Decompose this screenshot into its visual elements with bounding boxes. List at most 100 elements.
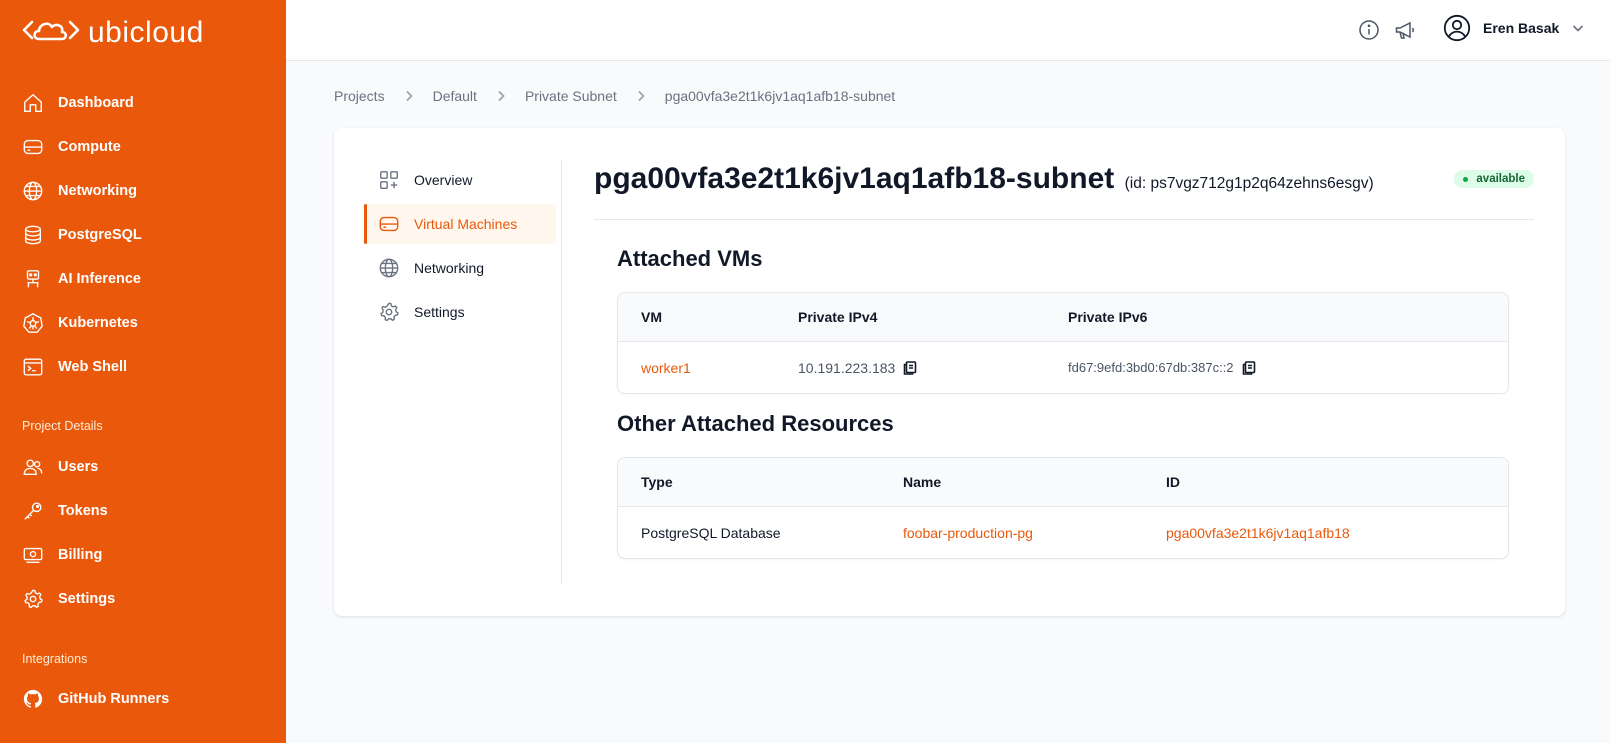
kubernetes-icon <box>22 312 44 334</box>
attached-vms-title: Attached VMs <box>617 246 763 271</box>
ipv6-cell: fd67:9efd:3bd0:67db:387c::2 <box>1068 342 1257 393</box>
resource-type: PostgreSQL Database <box>641 524 781 541</box>
user-menu[interactable]: Eren Basak <box>1443 14 1585 42</box>
table-row: PostgreSQL Database foobar-production-pg… <box>618 507 1508 558</box>
ipv6-value: fd67:9efd:3bd0:67db:387c::2 <box>1068 360 1234 375</box>
tab-networking[interactable]: Networking <box>364 248 556 288</box>
sidebar-item-dashboard[interactable]: Dashboard <box>22 90 134 116</box>
section-project-details: Project Details <box>22 419 103 433</box>
sidebar-item-postgresql[interactable]: PostgreSQL <box>22 222 142 248</box>
server-icon <box>22 136 44 158</box>
robot-icon <box>22 268 44 290</box>
overview-icon <box>378 169 400 191</box>
resource-id-link[interactable]: pga00vfa3e2t1k6jv1aq1afb18 <box>1166 507 1350 558</box>
column-header-id: ID <box>1166 474 1180 490</box>
tab-overview[interactable]: Overview <box>364 160 556 200</box>
tab-label: Settings <box>414 304 465 320</box>
tab-virtual-machines[interactable]: Virtual Machines <box>364 204 556 244</box>
sidebar-item-compute[interactable]: Compute <box>22 134 121 160</box>
status-dot <box>1463 176 1469 182</box>
sidebar-item-label: Users <box>58 459 99 475</box>
gear-icon <box>378 301 400 323</box>
table-header: Type Name ID <box>618 458 1508 507</box>
sidebar-item-label: Compute <box>58 139 121 155</box>
other-resources-title: Other Attached Resources <box>617 411 894 436</box>
sidebar-item-label: Billing <box>58 547 103 563</box>
status-badge: available <box>1454 170 1534 188</box>
sidebar-item-label: AI Inference <box>58 271 141 287</box>
key-icon <box>22 500 44 522</box>
subnet-name: pga00vfa3e2t1k6jv1aq1afb18-subnet <box>594 162 1115 195</box>
server-icon <box>378 213 400 235</box>
sidebar-item-label: Tokens <box>58 503 108 519</box>
brand-name: ubicloud <box>88 15 204 49</box>
subnet-id: (id: ps7vgz712g1p2q64zehns6esgv) <box>1124 175 1374 192</box>
info-icon[interactable] <box>1357 18 1381 42</box>
billing-icon <box>22 544 44 566</box>
globe-icon <box>378 257 400 279</box>
globe-icon <box>22 180 44 202</box>
ubicloud-logo[interactable]: ubicloud <box>22 12 204 53</box>
title-row: pga00vfa3e2t1k6jv1aq1afb18-subnet (id: p… <box>594 160 1534 220</box>
resource-name: foobar-production-pg <box>903 524 1033 541</box>
sidebar-item-github-runners[interactable]: GitHub Runners <box>22 686 169 712</box>
column-header-ipv6: Private IPv6 <box>1068 309 1148 325</box>
breadcrumb-default[interactable]: Default <box>433 88 477 104</box>
chevron-right-icon <box>635 90 647 102</box>
ipv4-cell: 10.191.223.183 <box>798 342 918 393</box>
ipv4-value: 10.191.223.183 <box>798 359 896 376</box>
attached-vms-table: VM Private IPv4 Private IPv6 worker1 10.… <box>617 292 1509 394</box>
chevron-right-icon <box>403 90 415 102</box>
sidebar-item-networking[interactable]: Networking <box>22 178 137 204</box>
tab-label: Overview <box>414 172 473 188</box>
column-header-vm: VM <box>641 309 662 325</box>
breadcrumb: Projects Default Private Subnet pga00vfa… <box>334 88 895 104</box>
tab-label: Networking <box>414 260 485 276</box>
section-integrations: Integrations <box>22 652 88 666</box>
sidebar-item-label: Settings <box>58 591 116 607</box>
breadcrumb-private-subnet[interactable]: Private Subnet <box>525 88 617 104</box>
table-header: VM Private IPv4 Private IPv6 <box>618 293 1508 342</box>
sidebar-item-billing[interactable]: Billing <box>22 542 102 568</box>
copy-ipv6-icon[interactable] <box>1241 360 1257 376</box>
sidebar-item-ai-inference[interactable]: AI Inference <box>22 266 141 292</box>
vm-link[interactable]: worker1 <box>641 342 691 393</box>
sidebar-item-tokens[interactable]: Tokens <box>22 498 108 524</box>
sidebar-item-label: Networking <box>58 183 137 199</box>
sidebar-item-label: GitHub Runners <box>58 691 170 707</box>
database-icon <box>22 224 44 246</box>
vm-name: worker1 <box>641 359 691 376</box>
subnet-detail-card: Overview Virtual Machines Networking Set… <box>334 128 1565 616</box>
resource-name-link[interactable]: foobar-production-pg <box>903 507 1033 558</box>
column-header-ipv4: Private IPv4 <box>798 309 878 325</box>
sidebar-item-label: Dashboard <box>58 95 134 111</box>
user-avatar-icon <box>1443 14 1471 42</box>
breadcrumb-current[interactable]: pga00vfa3e2t1k6jv1aq1afb18-subnet <box>665 88 895 104</box>
sidebar-item-web-shell[interactable]: Web Shell <box>22 354 127 380</box>
tab-settings[interactable]: Settings <box>364 292 556 332</box>
sidebar-item-users[interactable]: Users <box>22 454 98 480</box>
topbar <box>286 0 1610 61</box>
page-title: pga00vfa3e2t1k6jv1aq1afb18-subnet (id: p… <box>594 162 1374 196</box>
home-icon <box>22 92 44 114</box>
sidebar-item-kubernetes[interactable]: Kubernetes <box>22 310 138 336</box>
chevron-down-icon <box>1571 21 1585 35</box>
megaphone-icon[interactable] <box>1393 18 1417 42</box>
vertical-divider <box>561 160 562 584</box>
sidebar: ubicloud Dashboard Compute Networking Po… <box>0 0 286 743</box>
copy-ipv4-icon[interactable] <box>902 360 918 376</box>
sidebar-item-label: Web Shell <box>58 359 128 375</box>
sub-navigation: Overview Virtual Machines Networking Set… <box>364 160 556 336</box>
status-label: available <box>1476 173 1525 185</box>
column-header-name: Name <box>903 474 942 490</box>
sidebar-item-label: PostgreSQL <box>58 227 142 243</box>
sidebar-item-settings[interactable]: Settings <box>22 586 115 612</box>
github-icon <box>22 688 44 710</box>
cloud-logo-icon <box>22 12 80 53</box>
breadcrumb-projects[interactable]: Projects <box>334 88 385 104</box>
tab-label: Virtual Machines <box>414 216 518 232</box>
other-resources-table: Type Name ID PostgreSQL Database foobar-… <box>617 457 1509 559</box>
sidebar-item-label: Kubernetes <box>58 315 138 331</box>
chevron-right-icon <box>495 90 507 102</box>
users-icon <box>22 456 44 478</box>
